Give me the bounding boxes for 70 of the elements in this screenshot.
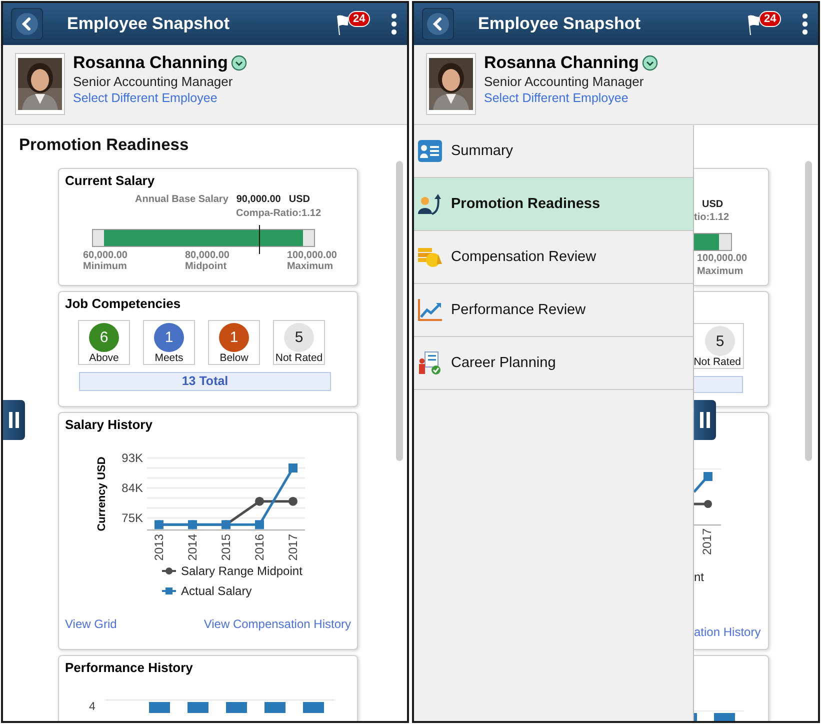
menu-item[interactable]: Performance Review [414,284,693,337]
point [255,520,264,530]
range-label: Maximum [286,261,334,272]
rating-count: 5 [284,323,314,352]
select-employee-link[interactable]: Select Different Employee [73,91,247,105]
range-label: Maximum [697,266,744,277]
rating-count: 1 [219,323,249,352]
rating-tile[interactable]: 5 Not Rated [273,320,325,365]
menu-item[interactable]: Promotion Readiness [414,178,693,231]
rating-label: Meets [154,352,184,364]
rating-count: 1 [154,323,184,352]
job-title: Senior Accounting Manager [73,74,234,89]
rating-count: 6 [89,323,119,352]
card-title: Current Salary [65,173,155,188]
select-employee-link[interactable]: Select Different Employee [484,91,658,105]
employee-name: Rosanna Channing [73,53,228,73]
section-title: Promotion Readiness [19,136,190,155]
range-value: 100,000.00 [286,250,337,261]
compa-ratio: Compa-Ratio:1.12 [236,208,321,219]
range-label: Midpoint [184,261,228,272]
x-tick-label: 2015 [219,534,233,561]
point [288,496,298,506]
card-title: Performance History [65,660,193,675]
menu-item[interactable]: Career Planning [414,337,693,390]
range-value: 100,000.00 [697,253,748,264]
x-tick-label: 2014 [186,534,200,561]
point [288,464,298,472]
card-title: Job Competencies [65,296,181,311]
currency: USD [288,194,310,205]
notification-badge: 24 [759,11,782,27]
y-axis-title: Currency USD [96,456,108,532]
salary-amount: 90,000.00 [236,194,281,205]
card-link[interactable]: View Grid [65,617,117,631]
y-tick-label: 4 [89,701,96,713]
rating-tile[interactable]: 5 Not Rated [694,323,744,369]
rating-label: Not Rated [694,356,741,368]
legend-label: Salary Range Midpoint [181,564,302,578]
total-count[interactable]: 13 Total [79,372,331,391]
employee-name: Rosanna Channing [484,53,639,73]
range-value: 60,000.00 [83,250,128,261]
notification-badge: 24 [348,11,370,27]
rating-tile[interactable]: 6 Above [78,320,130,365]
page-title: Employee Snapshot [478,14,642,34]
x-tick-label: 2017 [286,534,300,561]
x-tick-label: 2013 [152,534,166,561]
y-tick-label: 75K [122,511,143,525]
menu-item[interactable]: Compensation Review [414,231,693,284]
y-tick-label: 93K [122,451,143,465]
rating-label: Not Rated [275,352,323,364]
rating-tile[interactable]: 1 Meets [143,320,195,365]
compa-ratio: tio:1.12 [694,212,730,223]
x-tick-label: 2016 [252,534,266,561]
rating-count: 5 [705,326,735,356]
legend-label: Actual Salary [181,584,252,598]
currency: USD [702,199,724,210]
x-tick-label: 2017 [700,528,714,555]
card-title: Salary History [65,417,152,432]
rating-label: Above [89,352,119,364]
card-link[interactable]: View Compensation History [204,617,351,631]
legend-label: nt [694,570,704,584]
page-title: Employee Snapshot [67,14,230,34]
base-salary-label: Annual Base Salary [135,194,228,205]
point [255,496,264,506]
job-title: Senior Accounting Manager [484,74,645,89]
range-value: 80,000.00 [184,250,230,261]
card-link[interactable]: ation History [694,625,761,639]
rating-label: Below [220,352,248,364]
rating-tile[interactable]: 1 Below [208,320,260,365]
range-label: Minimum [83,261,128,272]
y-tick-label: 84K [122,481,143,495]
